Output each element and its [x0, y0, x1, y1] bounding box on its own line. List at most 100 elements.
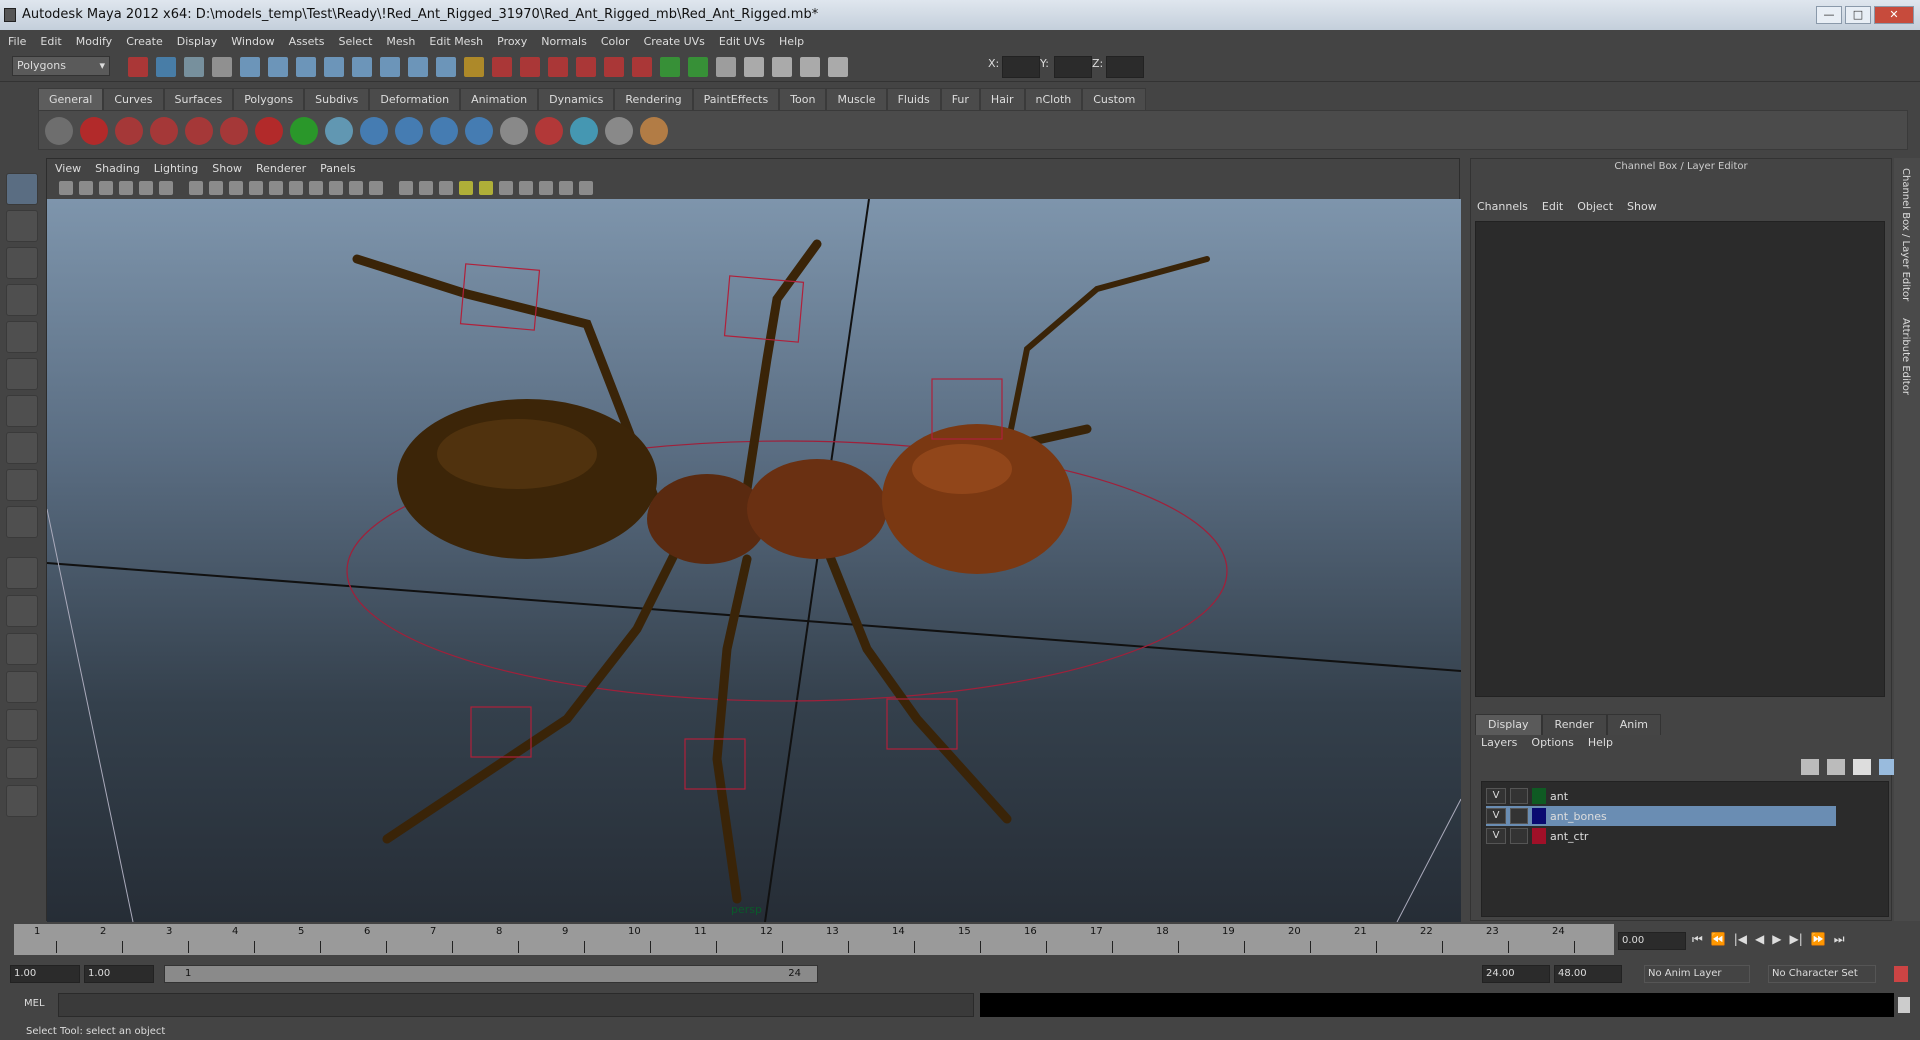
viewport-tool-icon[interactable] [559, 181, 573, 195]
status-tool-icon[interactable] [828, 57, 848, 77]
menu-edit[interactable]: Edit [40, 32, 69, 52]
anim-layer-dropdown[interactable]: No Anim Layer [1644, 965, 1750, 983]
viewport-tool-icon[interactable] [369, 181, 383, 195]
viewport-tool-icon[interactable] [349, 181, 363, 195]
close-button[interactable]: ✕ [1874, 6, 1914, 24]
shelf-tab-dynamics[interactable]: Dynamics [538, 88, 615, 110]
status-tool-icon[interactable] [268, 57, 288, 77]
step-back-frame-icon[interactable]: |◀ [1734, 932, 1747, 947]
status-tool-icon[interactable] [436, 57, 456, 77]
layer-row[interactable]: Vant_ctr [1486, 826, 1836, 846]
status-tool-icon[interactable] [548, 57, 568, 77]
shelf-tool-icon[interactable] [465, 117, 493, 145]
shelf-tab-toon[interactable]: Toon [779, 88, 827, 110]
layer-row[interactable]: Vant [1486, 786, 1836, 806]
shelf-tab-deformation[interactable]: Deformation [369, 88, 461, 110]
viewport-menu-renderer[interactable]: Renderer [256, 159, 306, 179]
minimize-button[interactable]: — [1816, 6, 1842, 24]
viewport-menu-panels[interactable]: Panels [320, 159, 355, 179]
play-backward-icon[interactable]: ◀ [1755, 932, 1764, 947]
viewport-tool-icon[interactable] [329, 181, 343, 195]
status-tool-icon[interactable] [492, 57, 512, 77]
viewport-tool-icon[interactable] [269, 181, 283, 195]
layout-persp-outliner-icon[interactable] [6, 633, 38, 665]
shelf-tab-curves[interactable]: Curves [103, 88, 164, 110]
display-type-toggle[interactable] [1510, 808, 1528, 824]
menu-normals[interactable]: Normals [541, 32, 595, 52]
status-tool-icon[interactable] [408, 57, 428, 77]
channel-box-area[interactable] [1475, 221, 1885, 697]
shelf-tool-icon[interactable] [395, 117, 423, 145]
menu-assets[interactable]: Assets [289, 32, 333, 52]
status-tool-icon[interactable] [660, 57, 680, 77]
status-tool-icon[interactable] [716, 57, 736, 77]
shelf-tool-icon[interactable] [80, 117, 108, 145]
shelf-tab-rendering[interactable]: Rendering [614, 88, 693, 110]
layer-tab-anim[interactable]: Anim [1606, 714, 1661, 735]
rotate-tool-icon[interactable] [6, 321, 38, 353]
layer-tab-render[interactable]: Render [1541, 714, 1607, 735]
shelf-tool-icon[interactable] [185, 117, 213, 145]
channel-menu-show[interactable]: Show [1627, 199, 1657, 215]
status-tool-icon[interactable] [184, 57, 204, 77]
menu-color[interactable]: Color [601, 32, 638, 52]
shelf-tab-painteffects[interactable]: PaintEffects [692, 88, 780, 110]
anim-prefs-icon[interactable] [1894, 966, 1908, 982]
viewport-tool-icon[interactable] [459, 181, 473, 195]
shelf-tab-hair[interactable]: Hair [979, 88, 1025, 110]
last-tool-icon[interactable] [6, 506, 38, 538]
display-type-toggle[interactable] [1510, 828, 1528, 844]
shelf-tool-icon[interactable] [500, 117, 528, 145]
channel-menu-edit[interactable]: Edit [1542, 199, 1563, 215]
visibility-toggle[interactable]: V [1486, 788, 1506, 804]
shelf-tab-animation[interactable]: Animation [460, 88, 539, 110]
paint-select-icon[interactable] [6, 247, 38, 279]
x-input[interactable] [1002, 56, 1040, 78]
menu-modify[interactable]: Modify [76, 32, 120, 52]
show-manipulator-icon[interactable] [6, 469, 38, 501]
menu-proxy[interactable]: Proxy [497, 32, 535, 52]
range-slider[interactable]: 1 24 [164, 965, 818, 983]
status-tool-icon[interactable] [352, 57, 372, 77]
viewport-tool-icon[interactable] [479, 181, 493, 195]
shelf-tool-icon[interactable] [360, 117, 388, 145]
menu-create-uvs[interactable]: Create UVs [644, 32, 713, 52]
status-tool-icon[interactable] [576, 57, 596, 77]
viewport-tool-icon[interactable] [189, 181, 203, 195]
menu-set-dropdown[interactable]: Polygons [12, 56, 110, 76]
menu-edit-mesh[interactable]: Edit Mesh [429, 32, 491, 52]
viewport-tool-icon[interactable] [519, 181, 533, 195]
menu-window[interactable]: Window [231, 32, 282, 52]
status-tool-icon[interactable] [604, 57, 624, 77]
time-slider[interactable]: 1 2 3 4 5 6 7 8 9 10 11 12 13 14 15 16 17 18 19 20 21 22 23 24 [14, 924, 1614, 955]
layer-menu-options[interactable]: Options [1531, 735, 1573, 751]
shelf-tool-icon[interactable] [430, 117, 458, 145]
viewport-tool-icon[interactable] [439, 181, 453, 195]
viewport-tool-icon[interactable] [419, 181, 433, 195]
menu-file[interactable]: File [8, 32, 34, 52]
viewport-tool-icon[interactable] [79, 181, 93, 195]
start-time-field[interactable]: 1.00 [10, 965, 80, 983]
layer-color-swatch[interactable] [1532, 828, 1546, 844]
viewport-menu-shading[interactable]: Shading [95, 159, 140, 179]
viewport-tool-icon[interactable] [229, 181, 243, 195]
layout-persp-graph-icon[interactable] [6, 671, 38, 703]
character-set-dropdown[interactable]: No Character Set [1768, 965, 1876, 983]
shelf-tool-icon[interactable] [45, 117, 73, 145]
shelf-tool-icon[interactable] [150, 117, 178, 145]
shelf-tab-general[interactable]: General [38, 88, 104, 110]
shelf-tab-polygons[interactable]: Polygons [233, 88, 305, 110]
universal-manipulator-icon[interactable] [6, 395, 38, 427]
move-layer-down-icon[interactable] [1827, 759, 1845, 775]
viewport-tool-icon[interactable] [99, 181, 113, 195]
maximize-button[interactable]: □ [1845, 6, 1871, 24]
viewport-tool-icon[interactable] [499, 181, 513, 195]
viewport-tool-icon[interactable] [539, 181, 553, 195]
command-input[interactable] [58, 993, 974, 1017]
step-forward-key-icon[interactable]: ⏩ [1811, 932, 1826, 947]
shelf-tab-custom[interactable]: Custom [1082, 88, 1147, 110]
shelf-tab-subdivs[interactable]: Subdivs [304, 88, 370, 110]
mel-label[interactable]: MEL [24, 998, 45, 1009]
layout-four-icon[interactable] [6, 595, 38, 627]
shelf-tab-ncloth[interactable]: nCloth [1024, 88, 1083, 110]
